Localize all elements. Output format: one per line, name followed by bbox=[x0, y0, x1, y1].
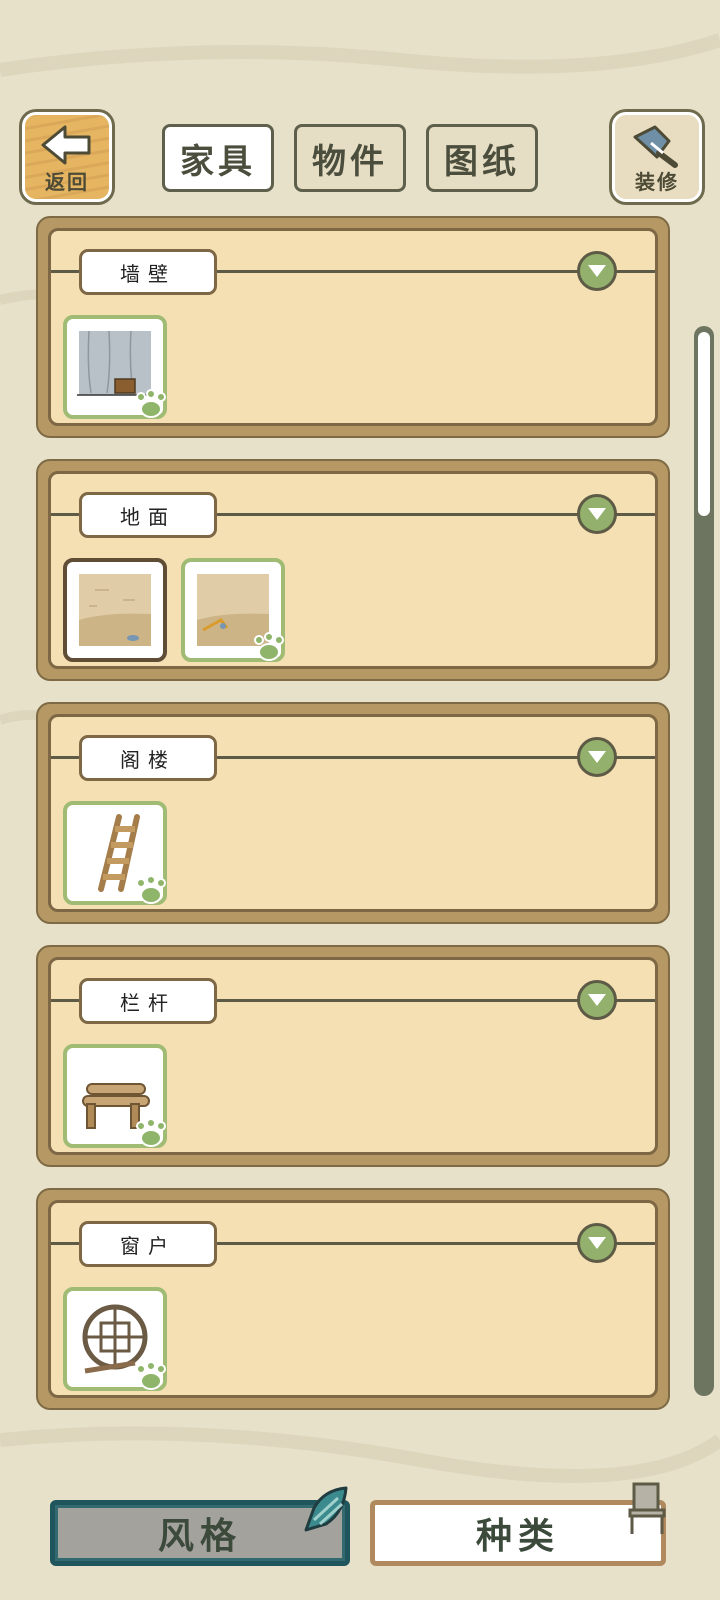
back-label: 返回 bbox=[45, 170, 89, 194]
tab-objects[interactable]: 物件 bbox=[294, 124, 406, 192]
tab-blueprints[interactable]: 图纸 bbox=[426, 124, 538, 192]
tab-furniture-label: 家具 bbox=[180, 141, 256, 182]
style-button-label: 风格 bbox=[157, 1516, 242, 1557]
paw-print-icon bbox=[136, 1118, 166, 1147]
collapse-chevron-icon[interactable] bbox=[577, 737, 617, 777]
item-wall[interactable] bbox=[63, 315, 167, 419]
decorate-button[interactable]: 装修 bbox=[612, 112, 702, 202]
item-round-window[interactable] bbox=[63, 1287, 167, 1391]
section-title: 墙壁 bbox=[79, 249, 217, 295]
item-floor-1[interactable] bbox=[63, 558, 167, 662]
item-log-railing[interactable] bbox=[63, 1044, 167, 1148]
tab-furniture[interactable]: 家具 bbox=[162, 124, 274, 192]
back-button[interactable]: 返回 bbox=[22, 112, 112, 202]
paw-print-icon bbox=[136, 1361, 166, 1390]
floor-icon bbox=[79, 574, 151, 646]
kind-button[interactable]: 种类 bbox=[370, 1500, 666, 1566]
chair-icon bbox=[628, 1482, 666, 1534]
item-floor-2[interactable] bbox=[181, 558, 285, 662]
section-attic: 阁楼 bbox=[36, 702, 670, 924]
section-title: 窗户 bbox=[79, 1221, 217, 1267]
collapse-chevron-icon[interactable] bbox=[577, 494, 617, 534]
scrollbar-track[interactable] bbox=[694, 326, 714, 1396]
scrollbar-thumb[interactable] bbox=[698, 332, 710, 516]
section-title: 地面 bbox=[79, 492, 217, 538]
tab-objects-label: 物件 bbox=[312, 141, 388, 182]
category-list[interactable]: 墙壁 地面 阁楼 栏杆 窗户 bbox=[36, 216, 674, 1418]
section-railing: 栏杆 bbox=[36, 945, 670, 1167]
paw-print-icon bbox=[136, 875, 166, 904]
collapse-chevron-icon[interactable] bbox=[577, 980, 617, 1020]
decorate-label: 装修 bbox=[635, 170, 679, 194]
section-window: 窗户 bbox=[36, 1188, 670, 1410]
section-floor: 地面 bbox=[36, 459, 670, 681]
collapse-chevron-icon[interactable] bbox=[577, 251, 617, 291]
collapse-chevron-icon[interactable] bbox=[577, 1223, 617, 1263]
kind-button-label: 种类 bbox=[475, 1516, 560, 1557]
paw-print-icon bbox=[254, 632, 284, 661]
paint-brush-icon bbox=[633, 125, 678, 168]
section-wall: 墙壁 bbox=[36, 216, 670, 438]
back-arrow-icon bbox=[41, 125, 91, 165]
seashell-icon bbox=[304, 1486, 348, 1532]
section-title: 阁楼 bbox=[79, 735, 217, 781]
paw-print-icon bbox=[136, 389, 166, 418]
item-ladder[interactable] bbox=[63, 801, 167, 905]
section-title: 栏杆 bbox=[79, 978, 217, 1024]
tab-blueprints-label: 图纸 bbox=[444, 141, 520, 182]
